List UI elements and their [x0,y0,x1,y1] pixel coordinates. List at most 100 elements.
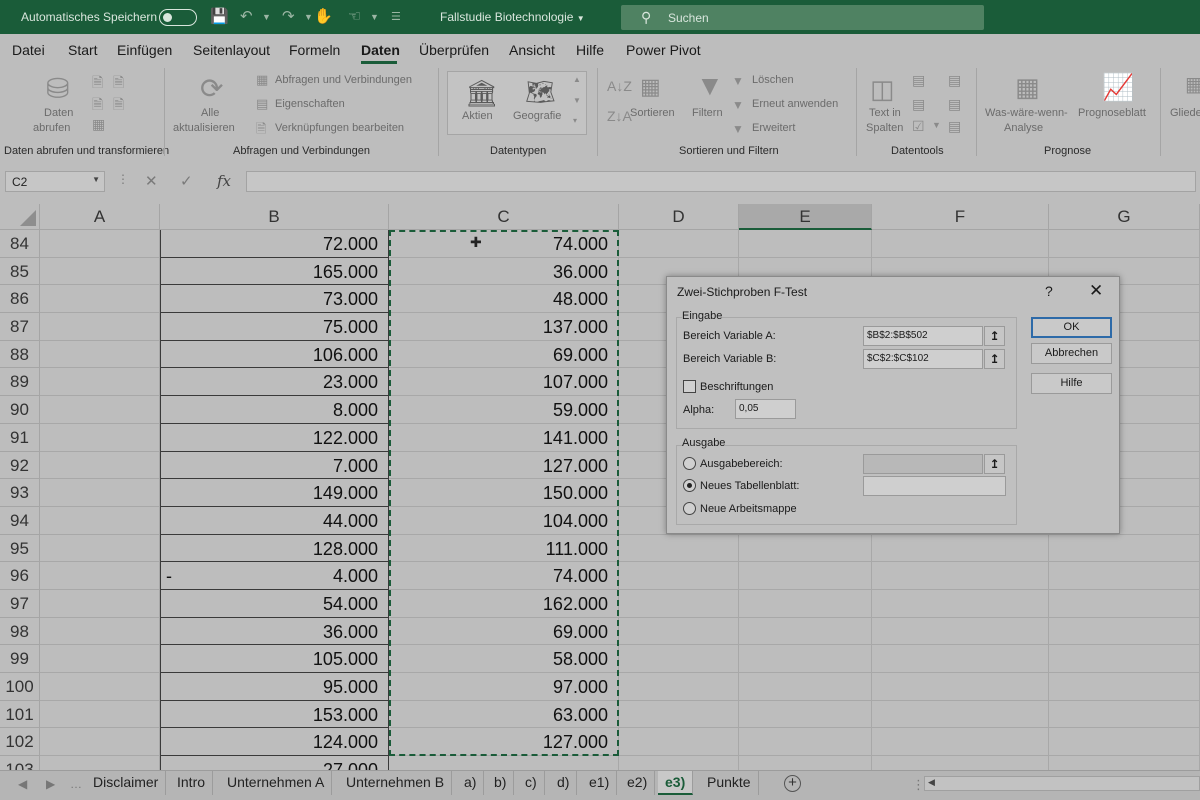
cell-f[interactable] [872,700,1049,729]
gallery-up-icon[interactable]: ▲ [573,75,581,84]
cell-g[interactable] [1049,589,1200,618]
cell-c[interactable]: 58.000 [389,645,619,673]
cancel-icon[interactable]: ✕ [145,172,158,190]
filter-button[interactable]: Filtern [692,107,723,119]
data-validation-dropdown-icon[interactable]: ▼ [932,120,941,130]
cell-a[interactable] [40,285,160,314]
cell-b[interactable]: 149.000 [160,479,389,507]
touch-mode-icon[interactable]: ✋ [314,8,333,26]
advanced-button[interactable]: Erweitert [752,122,795,134]
new-sheet-radio[interactable] [683,479,696,492]
cell-f[interactable] [872,673,1049,701]
cell-f[interactable] [872,617,1049,646]
refresh-all-label-1[interactable]: Alle [201,107,219,119]
geography-button[interactable]: Geografie [513,110,561,122]
sheet-tab-e2[interactable]: e2) [620,771,656,795]
cell-e[interactable] [739,645,872,673]
cell-c[interactable]: 69.000 [389,340,619,369]
cell-g[interactable] [1049,534,1200,563]
cell-b[interactable]: 105.000 [160,645,389,673]
cell-a[interactable] [40,479,160,507]
cell-c[interactable]: 104.000 [389,506,619,535]
what-if-label-2[interactable]: Analyse [1004,122,1043,134]
cell-e[interactable] [739,673,872,701]
new-sheet-name-input[interactable] [863,476,1006,496]
cell-d[interactable] [619,230,739,258]
horizontal-scrollbar[interactable]: ◀ [924,776,1200,791]
cell-b[interactable]: 27.000 [160,756,389,770]
edit-links-button[interactable]: Verknüpfungen bearbeiten [275,122,404,134]
cell-b[interactable]: 36.000 [160,617,389,646]
confirm-icon[interactable]: ✓ [180,172,193,190]
sheet-tab-d[interactable]: d) [550,771,578,795]
cell-c[interactable]: 162.000 [389,589,619,618]
tab-start[interactable]: Start [68,42,98,58]
relationships-icon[interactable]: ▤ [948,96,961,113]
alpha-input[interactable]: 0,05 [735,399,796,419]
customize-qat-icon[interactable]: ☰ [391,8,401,26]
scroll-left-icon[interactable]: ◀ [928,777,935,788]
cell-e[interactable] [739,589,872,618]
dialog-close-icon[interactable]: ✕ [1089,281,1103,301]
row-header[interactable]: 91 [0,423,40,452]
cell-a[interactable] [40,368,160,397]
prev-sheet-icon[interactable]: ◀ [18,777,27,791]
sort-za-icon[interactable]: Z↓A [607,108,632,124]
cell-a[interactable] [40,534,160,563]
pointer-icon[interactable]: ☜ [348,8,361,26]
row-header[interactable]: 102 [0,728,40,757]
add-sheet-button[interactable]: + [784,775,801,792]
from-web-icon[interactable]: 🗎 [113,72,124,96]
cell-e[interactable] [739,756,872,770]
forecast-sheet-icon[interactable]: 📈 [1102,72,1134,103]
consolidate-icon[interactable]: ▤ [948,72,961,89]
undo-dropdown-icon[interactable]: ▼ [262,8,271,26]
sort-az-icon[interactable]: A↓Z [607,78,632,94]
cell-d[interactable] [619,645,739,673]
cell-g[interactable] [1049,673,1200,701]
name-box-dropdown-icon[interactable]: ▼ [92,175,100,184]
cell-a[interactable] [40,451,160,480]
cell-a[interactable] [40,506,160,535]
cell-f[interactable] [872,589,1049,618]
cell-b[interactable]: 128.000 [160,534,389,563]
cell-b[interactable]: 73.000 [160,285,389,314]
cell-c[interactable]: 127.000 [389,728,619,757]
next-sheet-icon[interactable]: ▶ [46,777,55,791]
cell-c[interactable]: 63.000 [389,700,619,729]
sort-dialog-icon[interactable]: ▦ [640,74,661,100]
tab-daten[interactable]: Daten [361,42,400,58]
dialog-help-icon[interactable]: ? [1045,283,1053,299]
cell-c[interactable]: 97.000 [389,673,619,701]
cell-e[interactable] [739,700,872,729]
cell-b[interactable]: 7.000 [160,451,389,480]
sheet-tab-c[interactable]: c) [518,771,545,795]
cell-g[interactable] [1049,700,1200,729]
ok-button[interactable]: OK [1031,317,1112,338]
cell-f[interactable] [872,562,1049,590]
row-header[interactable]: 98 [0,617,40,646]
cancel-button[interactable]: Abbrechen [1031,343,1112,364]
cell-a[interactable] [40,396,160,424]
range-b-collapse-button[interactable]: ↥ [984,349,1005,369]
cell-g[interactable] [1049,230,1200,258]
cell-g[interactable] [1049,645,1200,673]
tab-power-pivot[interactable]: Power Pivot [626,42,701,58]
outline-icon[interactable]: ▦ [1185,72,1200,97]
gallery-more-icon[interactable]: ▾ [573,116,577,125]
insert-function-icon[interactable]: fx [217,172,231,190]
existing-connections-icon[interactable]: ▦ [92,116,105,133]
cell-a[interactable] [40,313,160,341]
cell-b[interactable]: 72.000 [160,230,389,258]
tab-datei[interactable]: Datei [12,42,45,58]
range-a-input[interactable]: $B$2:$B$502 [863,326,983,346]
cell-d[interactable] [619,562,739,590]
sheet-tab-unternehmen-b[interactable]: Unternehmen B [339,771,453,795]
cell-e[interactable] [739,534,872,563]
cell-a[interactable] [40,230,160,258]
search-box[interactable]: ⚲ Suchen [621,5,984,30]
what-if-label-1[interactable]: Was-wäre-wenn- [985,107,1068,119]
flash-fill-icon[interactable]: ▤ [912,72,925,89]
cell-g[interactable] [1049,562,1200,590]
cell-g[interactable] [1049,728,1200,757]
